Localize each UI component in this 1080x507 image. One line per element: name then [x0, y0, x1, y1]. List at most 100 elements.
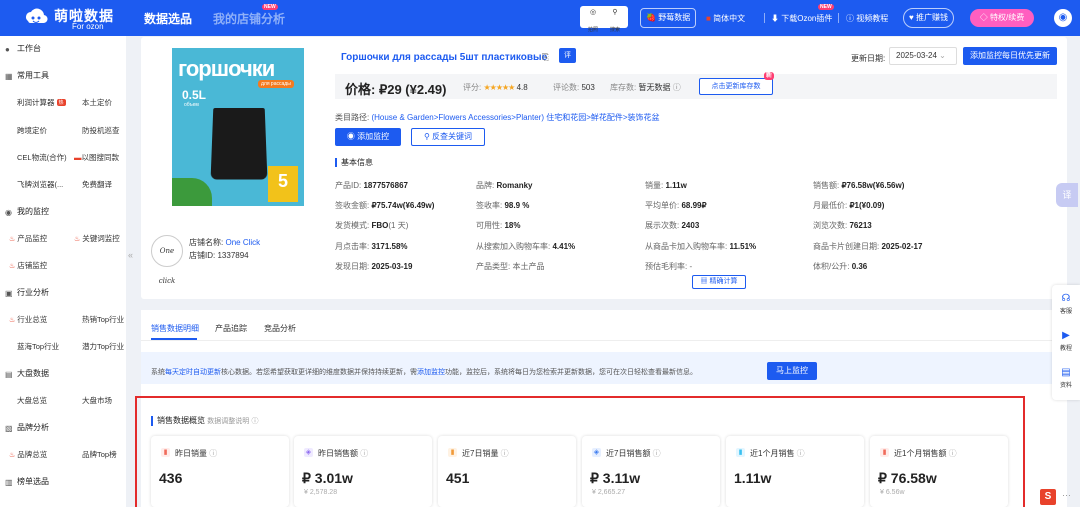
customer-service-button[interactable]: ☊ 客服 [1052, 293, 1080, 315]
monitor-now-button[interactable]: 马上监控 [767, 362, 817, 380]
brand-logo[interactable]: 萌啦数据 For ozon [24, 5, 114, 31]
sidebar-item-potential[interactable]: 潜力Top行业 [82, 341, 124, 352]
info-field: 从商品卡加入购物车率: 11.51% [645, 242, 757, 251]
collapse-sidebar-icon[interactable]: « [128, 250, 133, 260]
update-date-select[interactable]: 2025-03-24 ⌄ [889, 47, 957, 65]
price: 价格: ₽29 (¥2.49) [345, 82, 447, 97]
eye-icon: ◉ [346, 132, 355, 141]
sidebar-item-local-pricing[interactable]: 本土定价 [82, 97, 112, 108]
info-field: 品牌: Romanky [476, 181, 533, 190]
materials-button[interactable]: ▤ 资料 [1052, 367, 1080, 389]
download-plugin-link[interactable]: ⬇ 下载Ozon插件 [771, 13, 832, 24]
sidebar-item-hot-industry[interactable]: 热销Top行业 [82, 314, 124, 325]
info-icon[interactable]: ⓘ [207, 449, 217, 458]
info-field: 浏览次数: 76213 [813, 221, 872, 230]
sidebar-item-keyword-monitor[interactable]: ♨ 关键词监控 [74, 233, 120, 244]
sidebar-item-market-overview[interactable]: 大盘总览 [17, 395, 47, 406]
sidebar-item-workbench[interactable]: ● 工作台 [5, 43, 41, 54]
info-icon[interactable]: ⓘ [946, 449, 957, 458]
camera-search-button[interactable]: ◎ 拍照 [582, 8, 604, 33]
copy-icon[interactable]: ⎘ [542, 52, 549, 63]
user-icon: ◉ [1058, 12, 1068, 23]
grid-icon: ▦ [5, 72, 13, 81]
yemei-button[interactable]: 🍓 野莓数据 [640, 8, 697, 28]
sidebar-item-translate[interactable]: 免费翻译 [82, 179, 112, 190]
info-field: 发现日期: 2025-03-19 [335, 262, 413, 271]
sidebar-item-industry-overview[interactable]: ♨ 行业总览 [9, 314, 47, 325]
sidebar-header-ranking[interactable]: ▥ 榜单选品 [5, 476, 49, 487]
category-link[interactable]: (House & Garden>Flowers Accessories>Plan… [371, 113, 659, 122]
sidebar-item-market-market[interactable]: 大盘市场 [82, 395, 112, 406]
sidebar-item-product-monitor[interactable]: ♨ 产品监控 [9, 233, 47, 244]
sidebar-header-brand[interactable]: ▧ 品牌分析 [5, 422, 49, 433]
metric-value: 1.11w [734, 470, 772, 486]
review-button[interactable]: 评 [559, 48, 576, 63]
bag-icon: ◈ [592, 448, 601, 457]
shop-id: 店铺ID: 1337894 [189, 251, 249, 260]
sidebar-item-blue-ocean[interactable]: 蓝海Top行业 [17, 341, 59, 352]
info-icon[interactable]: ⓘ [650, 449, 661, 458]
precise-calc-button[interactable]: ▦ 精确计算 [692, 275, 746, 289]
video-tutorial-link[interactable]: ⓘ 视频教程 [846, 13, 888, 24]
metric-label: 近7日销售额 ⓘ [606, 449, 661, 458]
translate-side-tab[interactable]: 译 [1056, 183, 1078, 207]
info-icon: ⓘ [672, 83, 681, 92]
headset-icon: ☊ [1061, 293, 1071, 304]
vip-renew-button[interactable]: ◇ 特权/续费 [970, 9, 1034, 27]
reverse-keyword-button[interactable]: ⚲ 反查关键词 [411, 128, 485, 146]
tab-product-tracking[interactable]: 产品追踪 [215, 323, 247, 334]
promo-button[interactable]: ♥ 推广赚钱 [903, 8, 954, 28]
nav-data-selection[interactable]: 数据选品 [144, 10, 192, 27]
info-field: 商品卡片创建日期: 2025-02-17 [813, 242, 923, 251]
metric-label: 昨日销量 ⓘ [175, 449, 218, 458]
ime-toolbar-icon[interactable]: ⋯ [1062, 490, 1071, 501]
sidebar-header-market[interactable]: ▤ 大盘数据 [5, 368, 49, 379]
sidebar-item-anti-speculation[interactable]: 防投机巡查 [82, 125, 120, 136]
industry-icon: ▣ [5, 289, 13, 298]
info-icon[interactable]: ⓘ [794, 449, 805, 458]
product-image[interactable]: горшочки для рассады 0.5L объем 5 [172, 48, 304, 206]
tab-sales-detail[interactable]: 销售数据明细 [151, 323, 199, 334]
add-monitor-button[interactable]: ◉ 添加监控 [335, 128, 401, 146]
sidebar-item-profit-calc[interactable]: 利润计算器热 [17, 97, 66, 108]
chart-icon: ▮ [736, 448, 745, 457]
info-field: 销量: 1.11w [645, 181, 687, 190]
sidebar-header-monitor[interactable]: ◉ 我的监控 [5, 206, 49, 217]
nav-my-store[interactable]: 我的店铺分析 [213, 10, 285, 27]
sidebar-item-cel-logistics[interactable]: CEL物流(合作) [17, 152, 67, 163]
metric-label: 近1个月销售 ⓘ [750, 449, 805, 458]
sidebar-item-cross-pricing[interactable]: 跨境定价 [17, 125, 47, 136]
language-switch[interactable]: ■ 简体中文 [706, 13, 745, 24]
info-icon[interactable]: ⓘ [498, 449, 509, 458]
new-badge-download: NEW [818, 4, 834, 10]
shop-logo[interactable]: One click [151, 235, 183, 285]
metric-card: ◈ 昨日销售额 ⓘ ₽ 3.01w ¥ 2,578.28 [294, 436, 432, 507]
metric-card: ▮ 近7日销量 ⓘ 451 [438, 436, 576, 507]
pot-graphic [210, 108, 268, 180]
sidebar-item-store-monitor[interactable]: ♨ 店铺监控 [9, 260, 47, 271]
gift-icon: ♥ [909, 13, 914, 22]
info-icon[interactable]: ⓘ [358, 449, 368, 458]
sidebar-item-brand-overview[interactable]: ♨ 品牌总览 [9, 449, 47, 460]
update-stock-button[interactable]: 点击更新库存数 [699, 78, 773, 95]
sidebar-item-image-search[interactable]: ▬以图搜同款 [74, 152, 119, 163]
monitor-icon: ◉ [5, 208, 12, 217]
user-avatar[interactable]: ◉ [1054, 9, 1072, 27]
search-button[interactable]: ⚲ 搜索 [604, 8, 626, 33]
add-monitor-link[interactable]: 添加监控 [417, 369, 445, 376]
divider [764, 13, 765, 23]
add-monitor-update-button[interactable]: 添加监控每日优先更新 [963, 47, 1057, 65]
sidebar-header-tools[interactable]: ▦ 常用工具 [5, 70, 49, 81]
sidebar-item-brand-top[interactable]: 品牌Top榜 [82, 449, 117, 460]
sogou-icon[interactable]: S [1040, 489, 1056, 505]
document-icon: ▤ [1061, 367, 1071, 378]
sidebar-item-browser[interactable]: 飞牌浏览器(... [17, 179, 63, 190]
new-badge-stock: 新 [764, 72, 775, 80]
sidebar-header-industry[interactable]: ▣ 行业分析 [5, 287, 49, 298]
hot-badge: 热 [56, 99, 66, 106]
product-title[interactable]: Горшочки для рассады 5шт пластиковые [341, 52, 547, 63]
tutorial-button[interactable]: ▶ 教程 [1052, 330, 1080, 352]
shop-name-link[interactable]: One Click [225, 238, 260, 247]
tab-competitor-analysis[interactable]: 竞品分析 [264, 323, 296, 334]
new-badge: NEW [262, 4, 278, 10]
